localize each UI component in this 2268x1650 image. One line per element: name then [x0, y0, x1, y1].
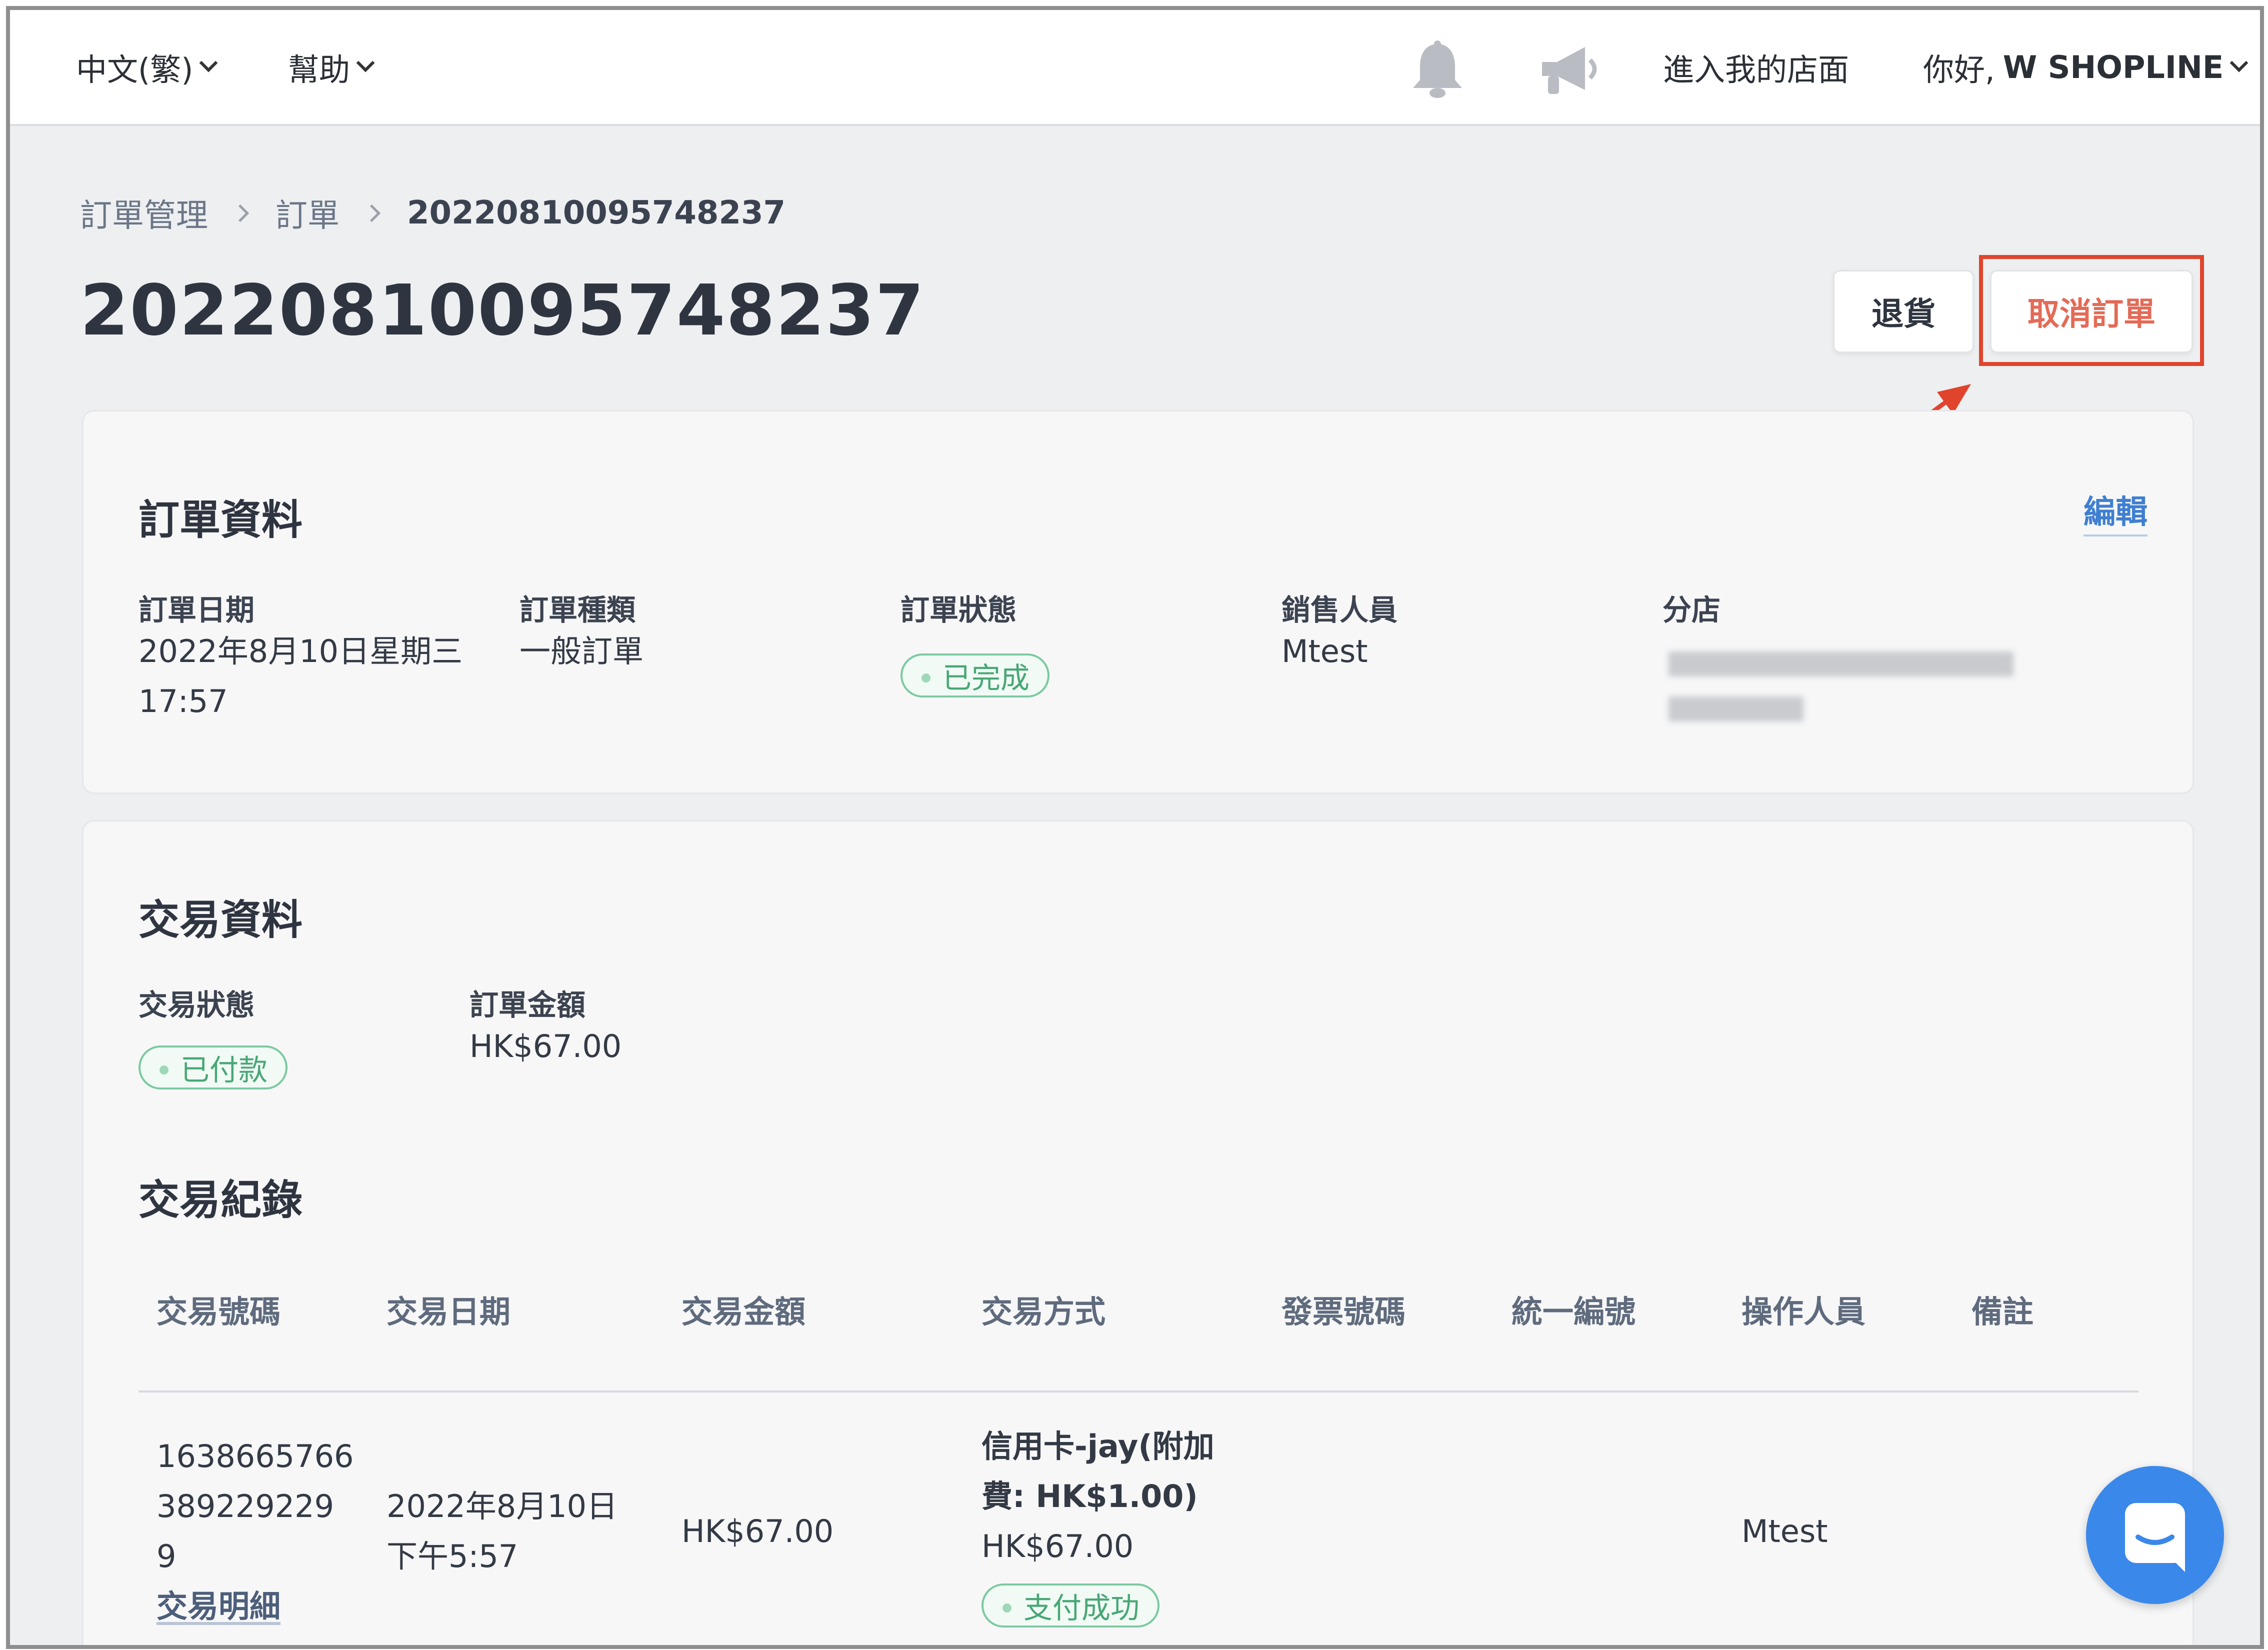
column-header-tax-id: 統一編號 [1512, 1294, 1636, 1330]
transaction-detail-link[interactable]: 交易明細 [156, 1582, 354, 1632]
status-dot-icon [1002, 1604, 1012, 1612]
help-menu[interactable]: 幫助 [288, 10, 375, 124]
transaction-date-cell: 2022年8月10日 下午5:57 [386, 1482, 618, 1582]
order-info-title: 訂單資料 [138, 496, 303, 544]
payment-method-amount: HK$67.00 [982, 1528, 1134, 1564]
transaction-time-line: 下午5:57 [386, 1538, 518, 1574]
breadcrumb-order-management[interactable]: 訂單管理 [80, 190, 208, 236]
branch-label: 分店 [1662, 593, 1721, 627]
column-header-invoice-number: 發票號碼 [1282, 1294, 1406, 1330]
order-status-label: 訂單狀態 [900, 593, 1017, 627]
language-selector[interactable]: 中文(繁) [76, 10, 218, 124]
column-header-transaction-number: 交易號碼 [156, 1294, 281, 1330]
order-status-text: 已完成 [942, 661, 1030, 695]
transaction-status-text: 已付款 [180, 1053, 268, 1087]
status-dot-icon [160, 1066, 168, 1074]
branch-value-redacted [1668, 652, 2014, 676]
payment-method-line: 費: HK$1.00) [982, 1478, 1198, 1514]
breadcrumb: 訂單管理 訂單 20220810095748237 [80, 190, 786, 236]
transaction-info-title: 交易資料 [138, 896, 303, 944]
transaction-records-title: 交易紀錄 [138, 1176, 303, 1224]
status-dot-icon [922, 674, 930, 682]
enter-store-link[interactable]: 進入我的店面 [1663, 10, 1849, 124]
column-header-payment-method: 交易方式 [982, 1294, 1106, 1330]
order-date-line: 2022年8月10日星期三 [138, 633, 463, 670]
order-amount-label: 訂單金額 [470, 988, 586, 1022]
page-title: 20220810095748237 [80, 270, 926, 352]
chevron-down-icon [200, 54, 218, 72]
column-header-transaction-amount: 交易金額 [682, 1294, 806, 1330]
breadcrumb-current: 20220810095748237 [407, 194, 786, 232]
greeting-text: 你好, [1923, 52, 1995, 88]
transaction-info-card: 交易資料 交易狀態 已付款 訂單金額 HK$67.00 交易紀錄 交易號碼 交易… [82, 820, 2194, 1645]
sales-person-label: 銷售人員 [1282, 593, 1398, 627]
branch-value-redacted [1668, 696, 1804, 722]
app-window: 中文(繁) 幫助 進入我的店面 你好, W SHOPLINE 訂單管理 訂單 2… [6, 6, 2264, 1649]
column-header-transaction-date: 交易日期 [386, 1294, 511, 1330]
chevron-right-icon [362, 204, 381, 222]
payment-method-cell: 信用卡-jay(附加 費: HK$1.00) HK$67.00 [982, 1422, 1214, 1572]
edit-link[interactable]: 編輯 [2084, 486, 2148, 536]
order-type-value: 一般訂單 [520, 633, 644, 670]
payment-method-line: 信用卡-jay(附加 [982, 1428, 1214, 1464]
transaction-date-line: 2022年8月10日 [386, 1488, 618, 1524]
order-date-value: 2022年8月10日星期三 17:57 [138, 626, 462, 726]
chat-icon [2125, 1503, 2185, 1572]
chevron-down-icon [356, 54, 375, 72]
order-status-badge: 已完成 [900, 654, 1050, 698]
order-amount-value: HK$67.00 [470, 1028, 622, 1064]
user-menu[interactable]: 你好, W SHOPLINE [1923, 10, 2248, 124]
column-header-operator: 操作人員 [1742, 1294, 1866, 1330]
annotation-highlight-box [1979, 255, 2204, 366]
chat-support-button[interactable] [2086, 1466, 2224, 1604]
column-header-notes: 備註 [1972, 1294, 2034, 1330]
transaction-amount-cell: HK$67.00 [682, 1513, 834, 1550]
table-header-divider [138, 1390, 2138, 1392]
operator-cell: Mtest [1742, 1513, 1828, 1550]
top-navigation-bar: 中文(繁) 幫助 進入我的店面 你好, W SHOPLINE [10, 10, 2260, 126]
help-label: 幫助 [288, 52, 350, 88]
language-label: 中文(繁) [76, 52, 194, 88]
transaction-number-cell: 1638665766 389229229 9 交易明細 [156, 1432, 354, 1632]
chevron-right-icon [231, 204, 250, 222]
return-button[interactable]: 退貨 [1833, 270, 1974, 353]
transaction-status-label: 交易狀態 [138, 988, 255, 1022]
user-name: W SHOPLINE [2002, 48, 2224, 86]
transaction-number-line: 389229229 [156, 1488, 334, 1524]
transaction-number-line: 1638665766 [156, 1438, 354, 1474]
order-type-label: 訂單種類 [520, 593, 636, 627]
order-time-line: 17:57 [138, 683, 228, 720]
transaction-status-badge: 已付款 [138, 1046, 288, 1090]
bell-icon[interactable] [1405, 40, 1470, 100]
sales-person-value: Mtest [1282, 633, 1368, 670]
transaction-number-line: 9 [156, 1538, 176, 1574]
payment-status-badge: 支付成功 [982, 1584, 1160, 1628]
megaphone-icon[interactable] [1533, 40, 1603, 100]
order-date-label: 訂單日期 [138, 593, 255, 627]
chevron-down-icon [2230, 54, 2248, 72]
payment-status-text: 支付成功 [1024, 1591, 1140, 1625]
breadcrumb-orders[interactable]: 訂單 [276, 190, 340, 236]
order-info-card: 訂單資料 編輯 訂單日期 2022年8月10日星期三 17:57 訂單種類 一般… [82, 410, 2194, 794]
